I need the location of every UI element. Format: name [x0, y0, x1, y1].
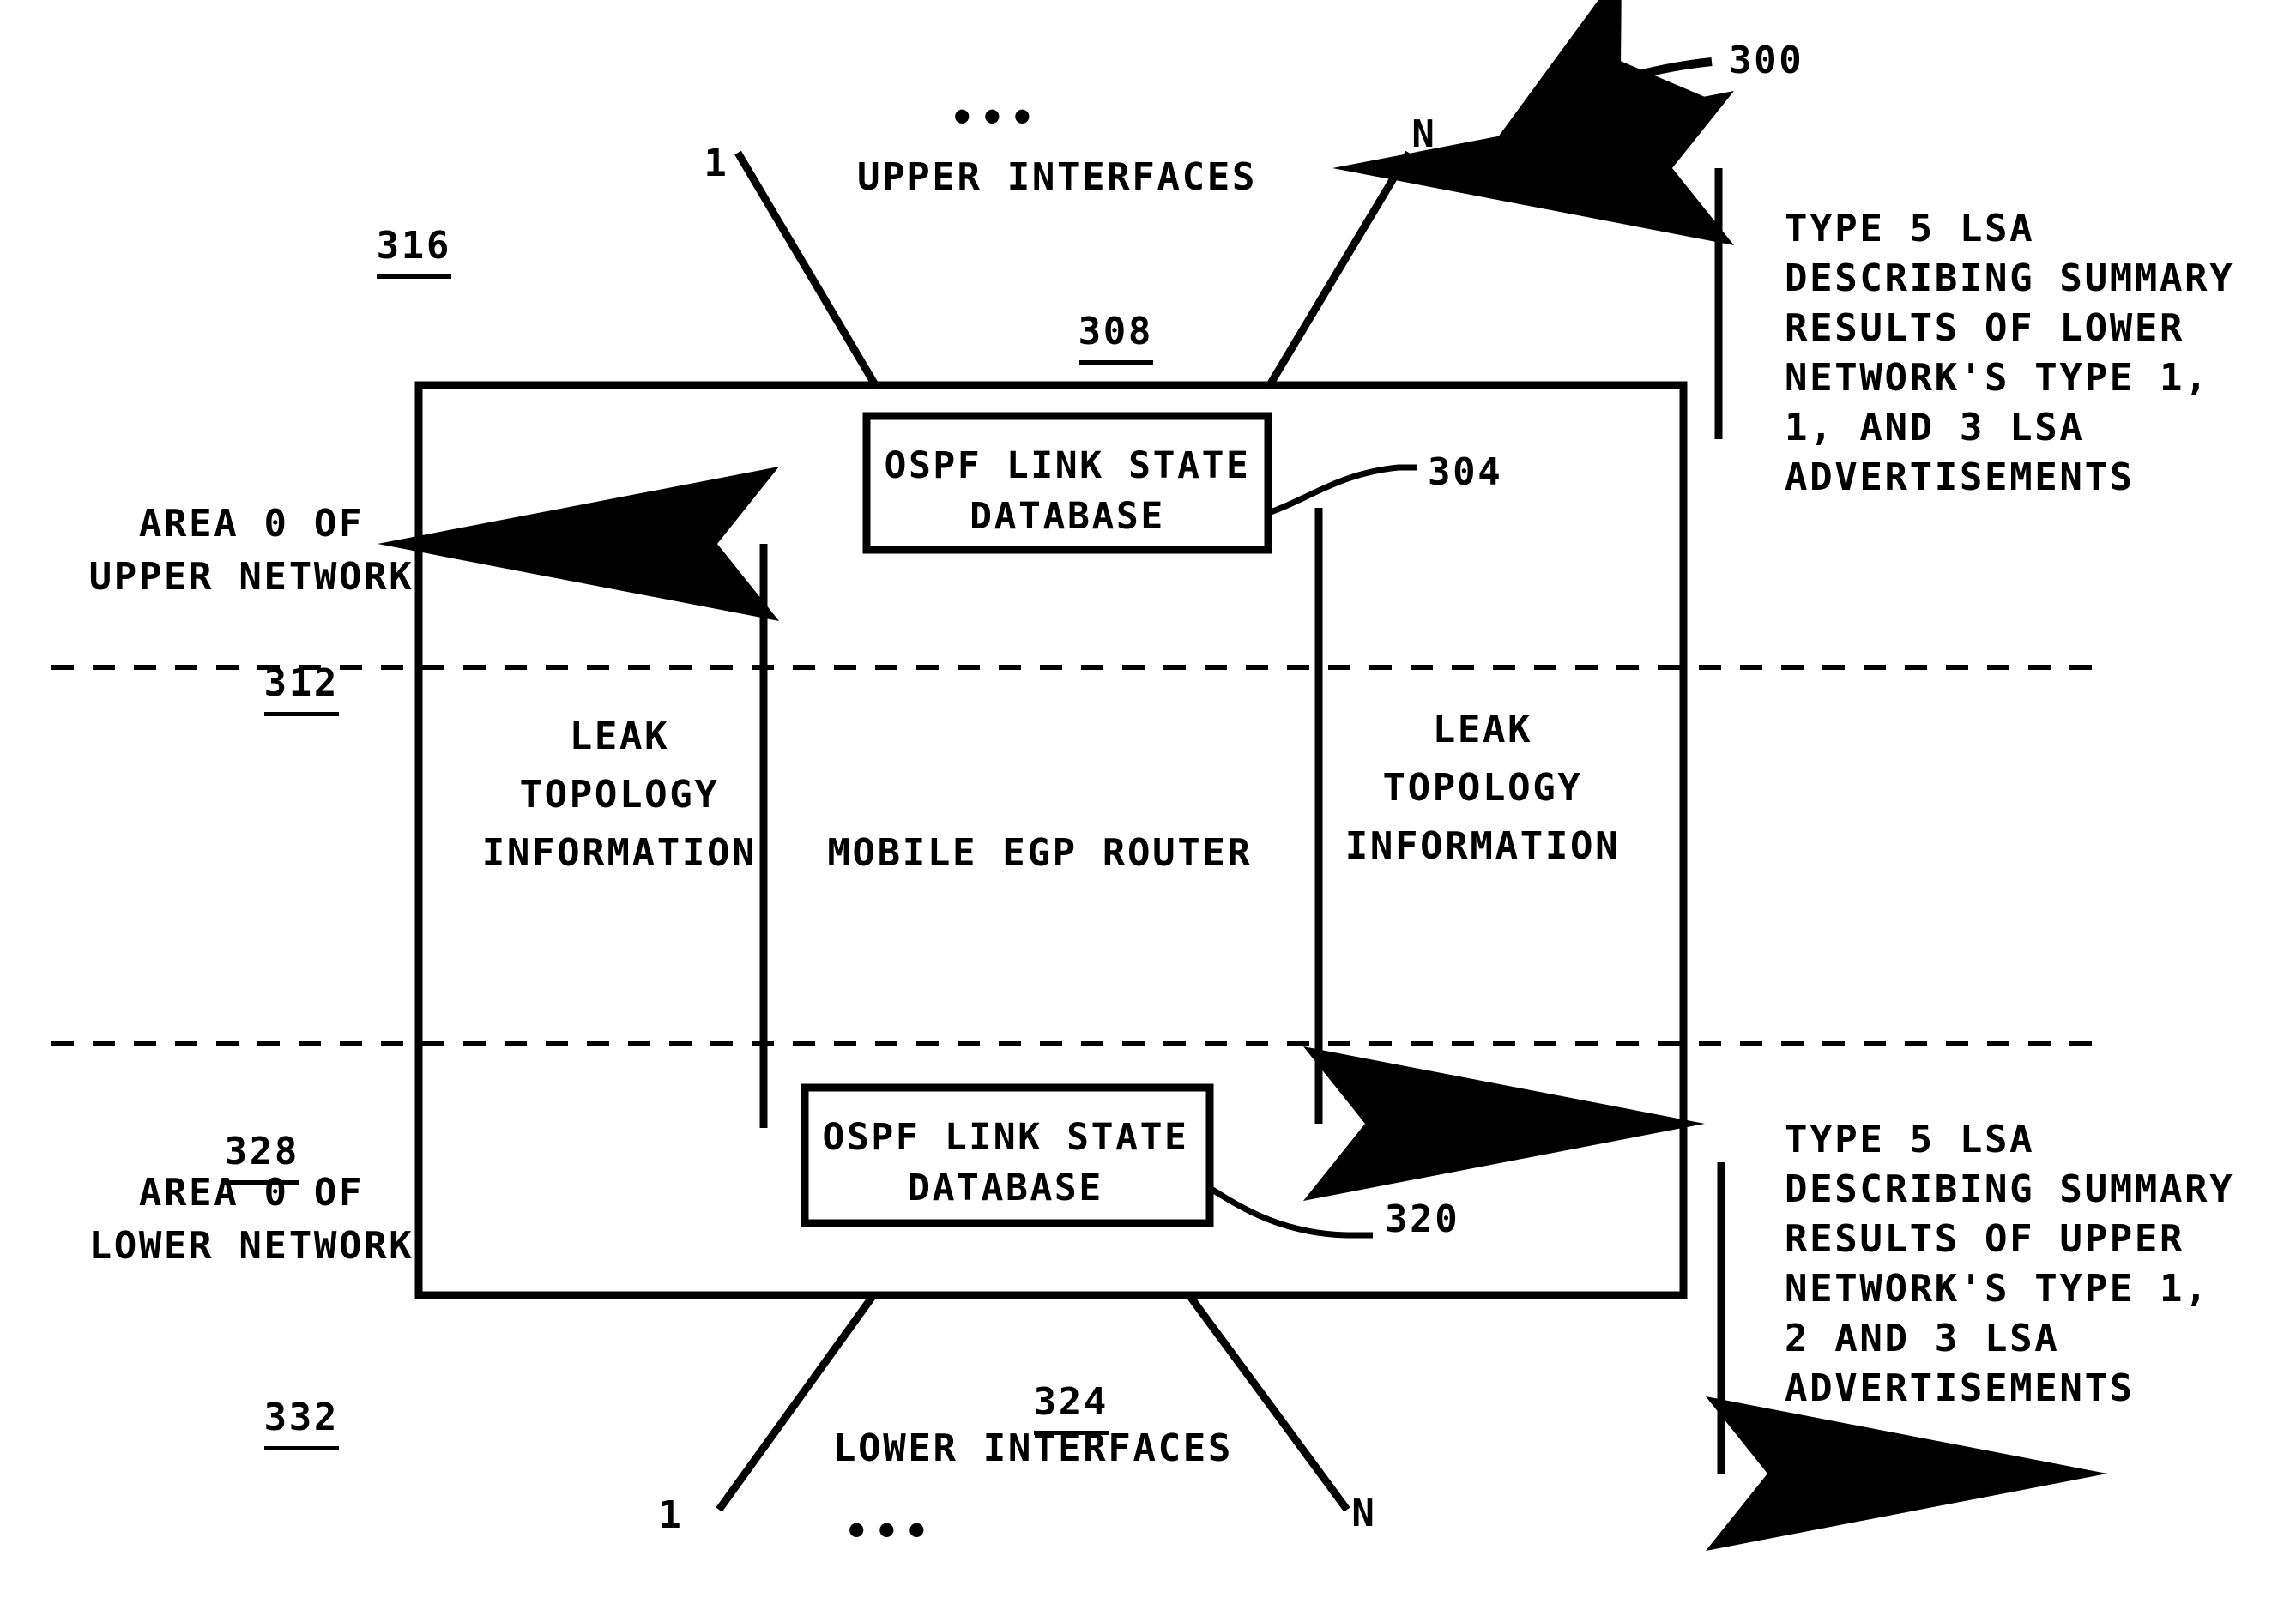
- leak-right-line-3: INFORMATION: [1344, 824, 1621, 868]
- lower-area-line-1: AREA 0 OF: [138, 1171, 365, 1215]
- ref-304-leader: [1266, 464, 1417, 516]
- upper-ospf-db-line-2: DATABASE: [970, 495, 1165, 538]
- leak-left-line-1: LEAK: [569, 715, 670, 758]
- lower-interface-n-line: [1186, 1293, 1350, 1512]
- upper-lsa-annotation: TYPE 5 LSA DESCRIBING SUMMARY RESULTS OF…: [1785, 207, 2235, 500]
- ref-320-leader: [1208, 1185, 1373, 1239]
- leak-left-line-2: TOPOLOGY: [519, 773, 720, 817]
- upper-area-line-1: AREA 0 OF: [138, 502, 365, 546]
- ref-332: 332: [263, 1393, 339, 1451]
- ref-304: 304: [1428, 450, 1503, 494]
- leak-left-line-3: INFORMATION: [481, 831, 758, 875]
- figure-ref-300: 300: [1729, 39, 1804, 82]
- upper-interfaces-label: UPPER INTERFACES: [856, 155, 1258, 199]
- upper-interface-n-line: [1265, 150, 1412, 390]
- upper-interfaces-ref: 308: [1078, 307, 1153, 365]
- leak-right-line-1: LEAK: [1432, 708, 1533, 751]
- lower-interface-index-n: N: [1351, 1492, 1377, 1535]
- leak-right-line-2: TOPOLOGY: [1382, 766, 1583, 810]
- upper-area-line-2: UPPER NETWORK: [88, 555, 414, 599]
- lower-interfaces-label: LOWER INTERFACES: [832, 1426, 1234, 1470]
- patent-figure-canvas: 300 ••• UPPER INTERFACES 308 1 N 316 ARE…: [0, 0, 2296, 1610]
- mobile-egp-router-label: MOBILE EGP ROUTER: [827, 831, 1253, 875]
- ref-316: 316: [376, 221, 451, 280]
- lower-interfaces-ellipsis: •••: [844, 1508, 935, 1554]
- upper-interface-index-n: N: [1411, 112, 1437, 156]
- lower-lsa-annotation: TYPE 5 LSA DESCRIBING SUMMARY RESULTS OF…: [1785, 1118, 2235, 1411]
- upper-ospf-db-line-1: OSPF LINK STATE: [884, 444, 1251, 487]
- upper-interfaces-ellipsis: •••: [950, 94, 1041, 141]
- ref-312: 312: [263, 659, 339, 717]
- upper-interface-1-line: [734, 150, 880, 390]
- lower-interface-index-1: 1: [658, 1493, 684, 1537]
- upper-interface-index-1: 1: [704, 142, 729, 185]
- lower-ospf-db-line-1: OSPF LINK STATE: [822, 1116, 1189, 1159]
- lower-area-line-2: LOWER NETWORK: [88, 1224, 414, 1268]
- lower-ospf-db-line-2: DATABASE: [908, 1167, 1103, 1209]
- ref-300-leader-arrow: [1491, 0, 1713, 146]
- lower-interface-1-line: [716, 1293, 877, 1512]
- ref-320: 320: [1385, 1197, 1460, 1241]
